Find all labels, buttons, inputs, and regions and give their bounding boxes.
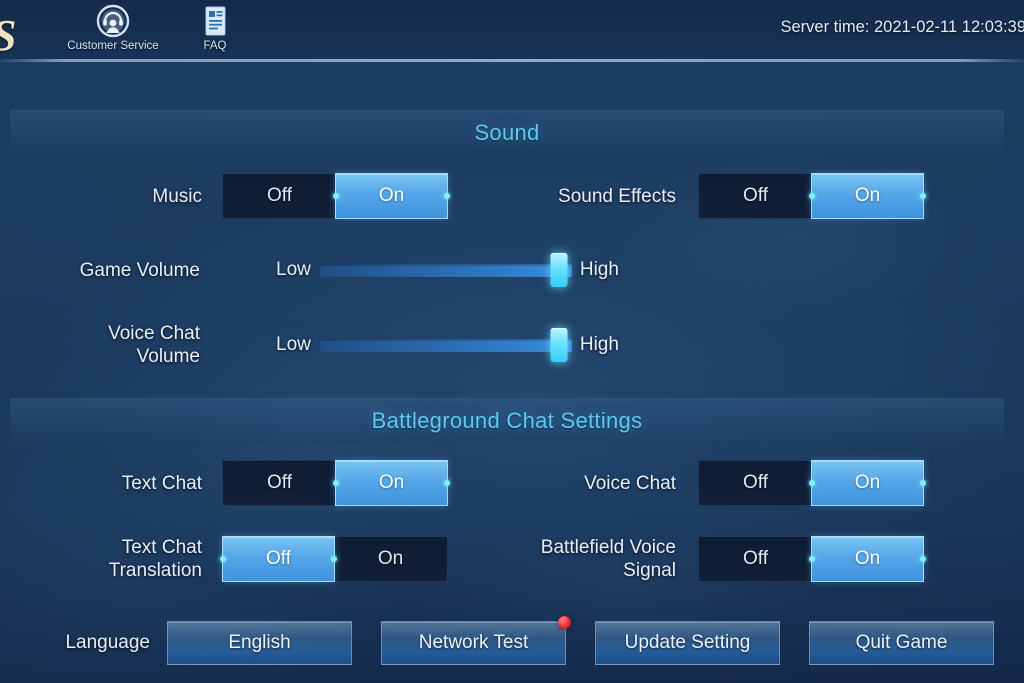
update-setting-button[interactable]: Update Setting	[595, 621, 780, 665]
toggle-voice-chat-on[interactable]: On	[809, 460, 926, 506]
section-header-battleground-chat: Battleground Chat Settings	[10, 398, 1004, 444]
label-language: Language	[65, 632, 150, 653]
toggle-battlefield-voice-signal-off[interactable]: Off	[699, 537, 812, 581]
quit-game-button[interactable]: Quit Game	[809, 621, 994, 665]
slider-voice-chat-volume-high: High	[579, 334, 619, 355]
language-button[interactable]: English	[167, 621, 352, 665]
slider-voice-chat-volume-knob[interactable]	[550, 328, 568, 362]
corner-logo: S	[0, 10, 17, 61]
label-text-chat: Text Chat	[121, 473, 202, 494]
label-voice-chat-volume: Voice Chat Volume	[108, 323, 200, 367]
toggle-battlefield-voice-signal[interactable]: Off On	[698, 536, 926, 582]
slider-game-volume-low: Low	[276, 259, 311, 280]
language-button-label: English	[228, 632, 291, 653]
toggle-sound-effects-off[interactable]: Off	[699, 174, 812, 218]
top-bar-divider	[0, 59, 1024, 62]
label-voice-chat: Voice Chat	[584, 473, 676, 494]
toggle-sound-effects[interactable]: Off On	[698, 173, 926, 219]
customer-service-icon	[58, 4, 168, 38]
slider-game-volume[interactable]: Low High	[276, 247, 619, 293]
network-test-button[interactable]: Network Test	[381, 616, 571, 665]
server-time: Server time: 2021-02-11 12:03:39	[780, 18, 1024, 36]
label-music: Music	[152, 186, 202, 207]
toggle-text-chat-translation-off[interactable]: Off	[220, 536, 337, 582]
label-game-volume: Game Volume	[79, 260, 200, 281]
slider-voice-chat-volume-low: Low	[276, 334, 311, 355]
nav-customer-service[interactable]: Customer Service	[58, 4, 168, 52]
section-header-sound: Sound	[10, 110, 1004, 156]
section-title-battleground-chat: Battleground Chat Settings	[371, 408, 643, 433]
label-battlefield-voice-signal: Battlefield Voice Signal	[540, 537, 676, 581]
toggle-text-chat-off[interactable]: Off	[223, 461, 336, 505]
slider-game-volume-track[interactable]	[318, 253, 572, 287]
slider-voice-chat-volume[interactable]: Low High	[276, 322, 619, 368]
nav-customer-service-label: Customer Service	[67, 40, 159, 52]
update-setting-button-label: Update Setting	[624, 632, 751, 653]
notification-badge-icon	[558, 616, 571, 629]
faq-document-icon	[160, 4, 270, 38]
label-text-chat-translation: Text Chat Translation	[108, 537, 202, 581]
toggle-voice-chat[interactable]: Off On	[698, 460, 926, 506]
section-title-sound: Sound	[474, 120, 540, 145]
toggle-music-off[interactable]: Off	[223, 174, 336, 218]
nav-faq[interactable]: FAQ	[160, 4, 270, 52]
nav-faq-label: FAQ	[203, 40, 227, 52]
settings-screen: S Customer Service	[0, 0, 1024, 683]
network-test-button-label: Network Test	[418, 632, 529, 653]
slider-game-volume-high: High	[579, 259, 619, 280]
slider-game-volume-knob[interactable]	[550, 253, 568, 287]
label-sound-effects: Sound Effects	[558, 186, 676, 207]
toggle-voice-chat-off[interactable]: Off	[699, 461, 812, 505]
toggle-battlefield-voice-signal-on[interactable]: On	[809, 536, 926, 582]
slider-voice-chat-volume-track[interactable]	[318, 328, 572, 362]
toggle-sound-effects-on[interactable]: On	[809, 173, 926, 219]
quit-game-button-label: Quit Game	[855, 632, 948, 653]
